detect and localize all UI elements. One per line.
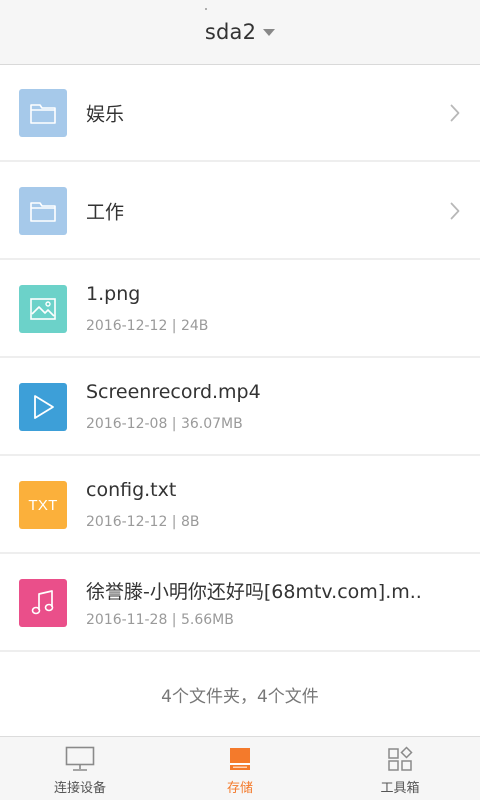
nav-label: 工具箱 [380, 781, 420, 796]
txt-icon-label: TXT [28, 496, 58, 514]
monitor-icon [65, 746, 95, 772]
storage-selector[interactable]: sda2 [204, 20, 276, 44]
list-item-folder[interactable]: 工作 [0, 162, 480, 260]
bottom-nav: 连接设备 存储 工具箱 [0, 736, 480, 800]
file-browser-screen: sda2 娱乐 工作 1.png 2016-12-12 | 24B Screen… [0, 0, 480, 800]
chevron-right-icon [450, 104, 460, 122]
item-name: config.txt [86, 479, 177, 501]
item-name: 工作 [86, 201, 125, 224]
item-meta: 2016-12-08 | 36.07MB [86, 416, 243, 432]
storage-title: sda2 [204, 20, 257, 44]
header-bar: sda2 [0, 0, 480, 65]
image-file-icon [19, 285, 67, 333]
toolbox-icon [385, 746, 415, 772]
folder-file-summary: 4个文件夹，4个文件 [161, 686, 319, 707]
video-file-icon [19, 383, 67, 431]
item-name: 徐誉滕-小明你还好吗[68mtv.com].m.. [86, 581, 422, 603]
status-dot [205, 8, 207, 10]
chevron-right-icon [450, 202, 460, 220]
list-item-file[interactable]: 1.png 2016-12-12 | 24B [0, 260, 480, 358]
nav-item-connect-device[interactable]: 连接设备 [0, 737, 160, 800]
caret-down-icon [263, 28, 276, 36]
item-meta: 2016-11-28 | 5.66MB [86, 612, 234, 628]
item-meta: 2016-12-12 | 8B [86, 514, 200, 530]
nav-label: 连接设备 [53, 781, 106, 796]
item-meta: 2016-12-12 | 24B [86, 318, 209, 334]
nav-label: 存储 [226, 781, 253, 796]
music-file-icon [19, 579, 67, 627]
nav-item-storage[interactable]: 存储 [160, 737, 320, 800]
folder-icon [19, 187, 67, 235]
item-name: 1.png [86, 283, 141, 305]
list-item-file[interactable]: TXT config.txt 2016-12-12 | 8B [0, 456, 480, 554]
txt-file-icon: TXT [19, 481, 67, 529]
folder-icon [19, 89, 67, 137]
list-item-folder[interactable]: 娱乐 [0, 64, 480, 162]
nav-item-toolbox[interactable]: 工具箱 [320, 737, 480, 800]
file-list: 娱乐 工作 1.png 2016-12-12 | 24B Screenrecor… [0, 64, 480, 652]
list-item-file[interactable]: Screenrecord.mp4 2016-12-08 | 36.07MB [0, 358, 480, 456]
item-name: 娱乐 [86, 103, 125, 126]
item-name: Screenrecord.mp4 [86, 381, 261, 403]
list-item-file[interactable]: 徐誉滕-小明你还好吗[68mtv.com].m.. 2016-11-28 | 5… [0, 554, 480, 652]
storage-icon [225, 746, 255, 772]
